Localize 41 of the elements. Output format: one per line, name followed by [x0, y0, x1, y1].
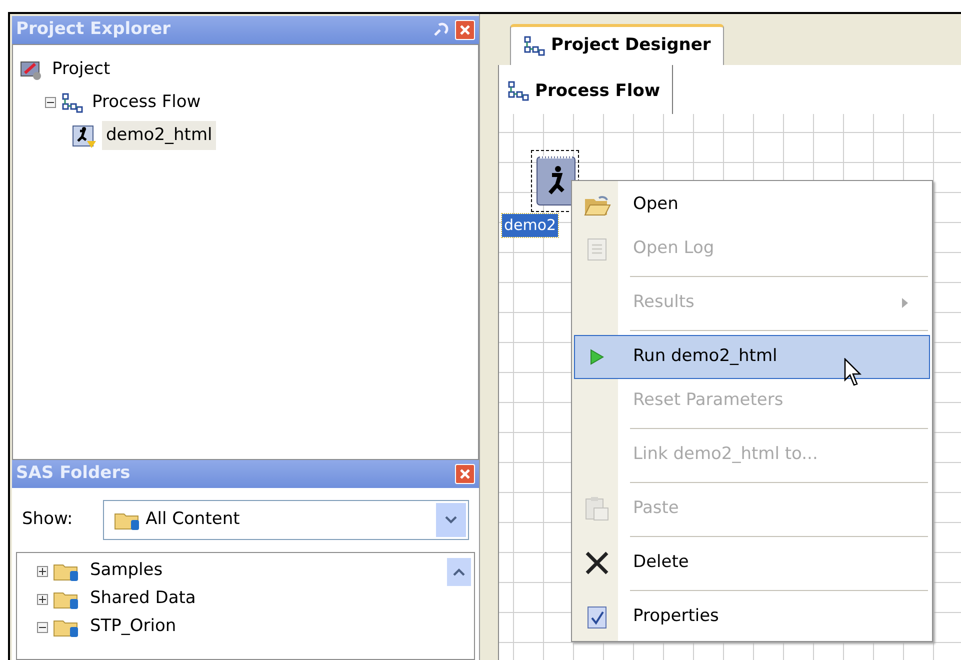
- process-flow-icon: [61, 92, 83, 112]
- tree-item[interactable]: Samples: [86, 556, 167, 586]
- process-flow-icon: [523, 36, 545, 56]
- menu-item[interactable]: Run demo2_html: [574, 335, 930, 379]
- show-label: Show:: [22, 508, 73, 532]
- clipboard-icon: [583, 495, 611, 523]
- tree-item[interactable]: STP_Orion: [86, 612, 180, 642]
- panel-title: SAS Folders: [16, 462, 130, 486]
- panel-title: Project Explorer: [16, 18, 171, 42]
- runner-task-icon: [71, 122, 97, 148]
- close-icon: [459, 24, 471, 36]
- process-flow-icon: [507, 81, 529, 102]
- node-label[interactable]: demo2: [502, 214, 558, 236]
- close-button[interactable]: [455, 464, 475, 484]
- show-dropdown[interactable]: All Content: [102, 500, 469, 540]
- expand-toggle[interactable]: [37, 594, 48, 604]
- project-icon: [19, 58, 43, 80]
- plus-icon: [38, 594, 47, 604]
- tree-item[interactable]: demo2_html: [102, 120, 216, 150]
- cursor-icon: [844, 358, 864, 388]
- notepad-icon: [585, 236, 609, 262]
- close-icon: [459, 468, 471, 480]
- menu-item[interactable]: Properties: [574, 595, 930, 639]
- check-document-icon: [585, 604, 609, 630]
- menu-item[interactable]: Delete: [574, 541, 930, 585]
- tree-item[interactable]: Process Flow: [88, 88, 205, 118]
- chevron-down-icon: [445, 516, 457, 524]
- folder-icon: [583, 193, 611, 217]
- plus-icon: [38, 566, 47, 576]
- menu-item[interactable]: Open: [574, 183, 930, 227]
- scroll-up-button[interactable]: [446, 557, 472, 587]
- tab[interactable]: Project Designer: [510, 24, 724, 64]
- expand-toggle[interactable]: [37, 566, 48, 576]
- close-button[interactable]: [455, 20, 475, 40]
- tree-item[interactable]: Shared Data: [86, 584, 200, 614]
- play-icon: [588, 348, 606, 366]
- collapse-toggle[interactable]: [45, 97, 56, 108]
- tree-item[interactable]: Project: [48, 54, 114, 84]
- chevron-up-icon: [453, 568, 465, 576]
- collapse-toggle[interactable]: [37, 622, 48, 632]
- close-icon: [584, 550, 610, 576]
